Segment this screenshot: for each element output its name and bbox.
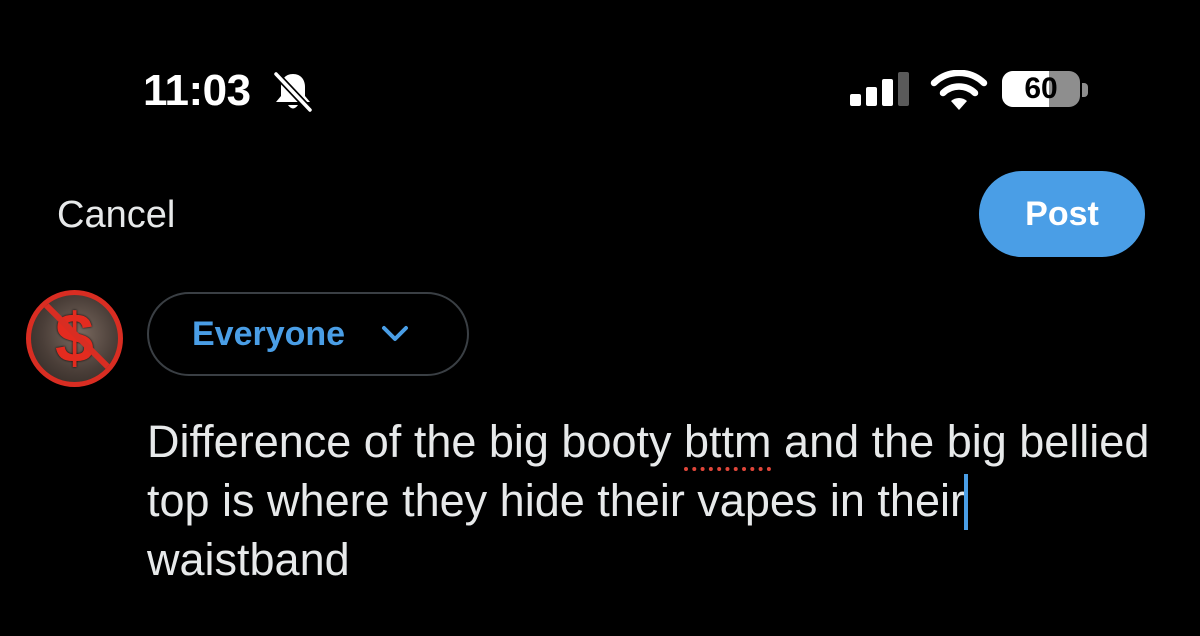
battery-percentage: 60 bbox=[1024, 72, 1058, 105]
audience-label: Everyone bbox=[192, 315, 346, 353]
status-time: 11:03 bbox=[143, 66, 251, 115]
composer-text-part1: Difference of the big booty bbox=[147, 416, 685, 467]
post-button[interactable]: Post bbox=[979, 171, 1145, 257]
post-text-input[interactable]: Difference of the big booty bttm and the… bbox=[147, 412, 1177, 589]
battery-indicator: 60 bbox=[1002, 71, 1080, 107]
text-cursor bbox=[963, 474, 968, 530]
bell-slash-icon bbox=[273, 71, 313, 113]
avatar[interactable]: $ bbox=[26, 290, 123, 387]
wifi-icon bbox=[930, 70, 988, 110]
composer-text-part3: waistband bbox=[147, 534, 350, 585]
audience-selector[interactable]: Everyone bbox=[147, 292, 469, 376]
chevron-down-icon bbox=[382, 326, 408, 341]
cancel-button[interactable]: Cancel bbox=[57, 193, 175, 237]
misspelled-word[interactable]: bttm bbox=[684, 416, 772, 467]
cellular-signal-icon bbox=[850, 72, 909, 106]
battery-tip bbox=[1082, 83, 1088, 97]
